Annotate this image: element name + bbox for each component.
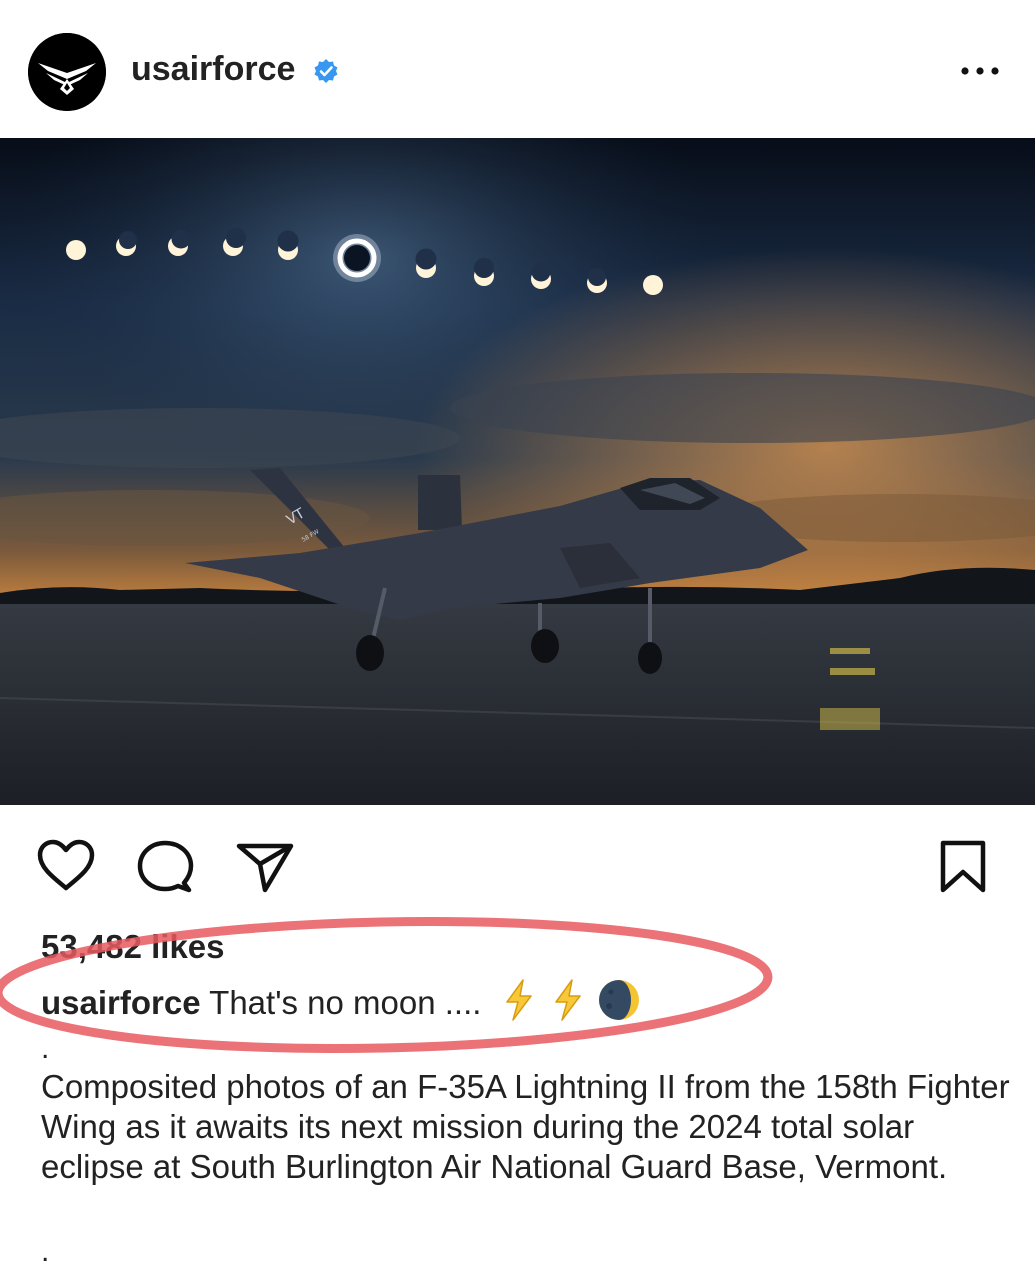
crescent-moon-icon [598, 980, 639, 1020]
lightning-icon [505, 979, 532, 1021]
post-photo[interactable]: VT 58 FW [0, 138, 1035, 805]
verified-badge-icon [314, 59, 338, 83]
caption-separator: . [41, 1235, 50, 1268]
post-username[interactable]: usairforce [131, 50, 295, 89]
air-force-logo-icon [28, 33, 106, 111]
comment-bubble-icon[interactable] [136, 839, 194, 897]
like-count[interactable]: 53,482 likes [41, 928, 225, 966]
bookmark-save-icon[interactable] [938, 840, 988, 894]
heart-like-icon[interactable] [36, 838, 96, 892]
post-action-bar [0, 805, 1035, 925]
caption-text: That's no moon .... [209, 984, 482, 1021]
more-options-icon[interactable] [958, 60, 1002, 82]
profile-avatar[interactable] [28, 33, 106, 111]
caption-description: Composited photos of an F-35A Lightning … [41, 1068, 1010, 1185]
eclipse-jet-photo: VT 58 FW [0, 138, 1035, 805]
share-send-icon[interactable] [235, 840, 295, 894]
caption-username[interactable]: usairforce [41, 984, 201, 1021]
caption-separator: . [41, 1032, 50, 1065]
caption-first-line: usairforce That's no moon .... [41, 978, 641, 1022]
post-header: usairforce [0, 0, 1035, 138]
lightning-icon [555, 979, 581, 1021]
